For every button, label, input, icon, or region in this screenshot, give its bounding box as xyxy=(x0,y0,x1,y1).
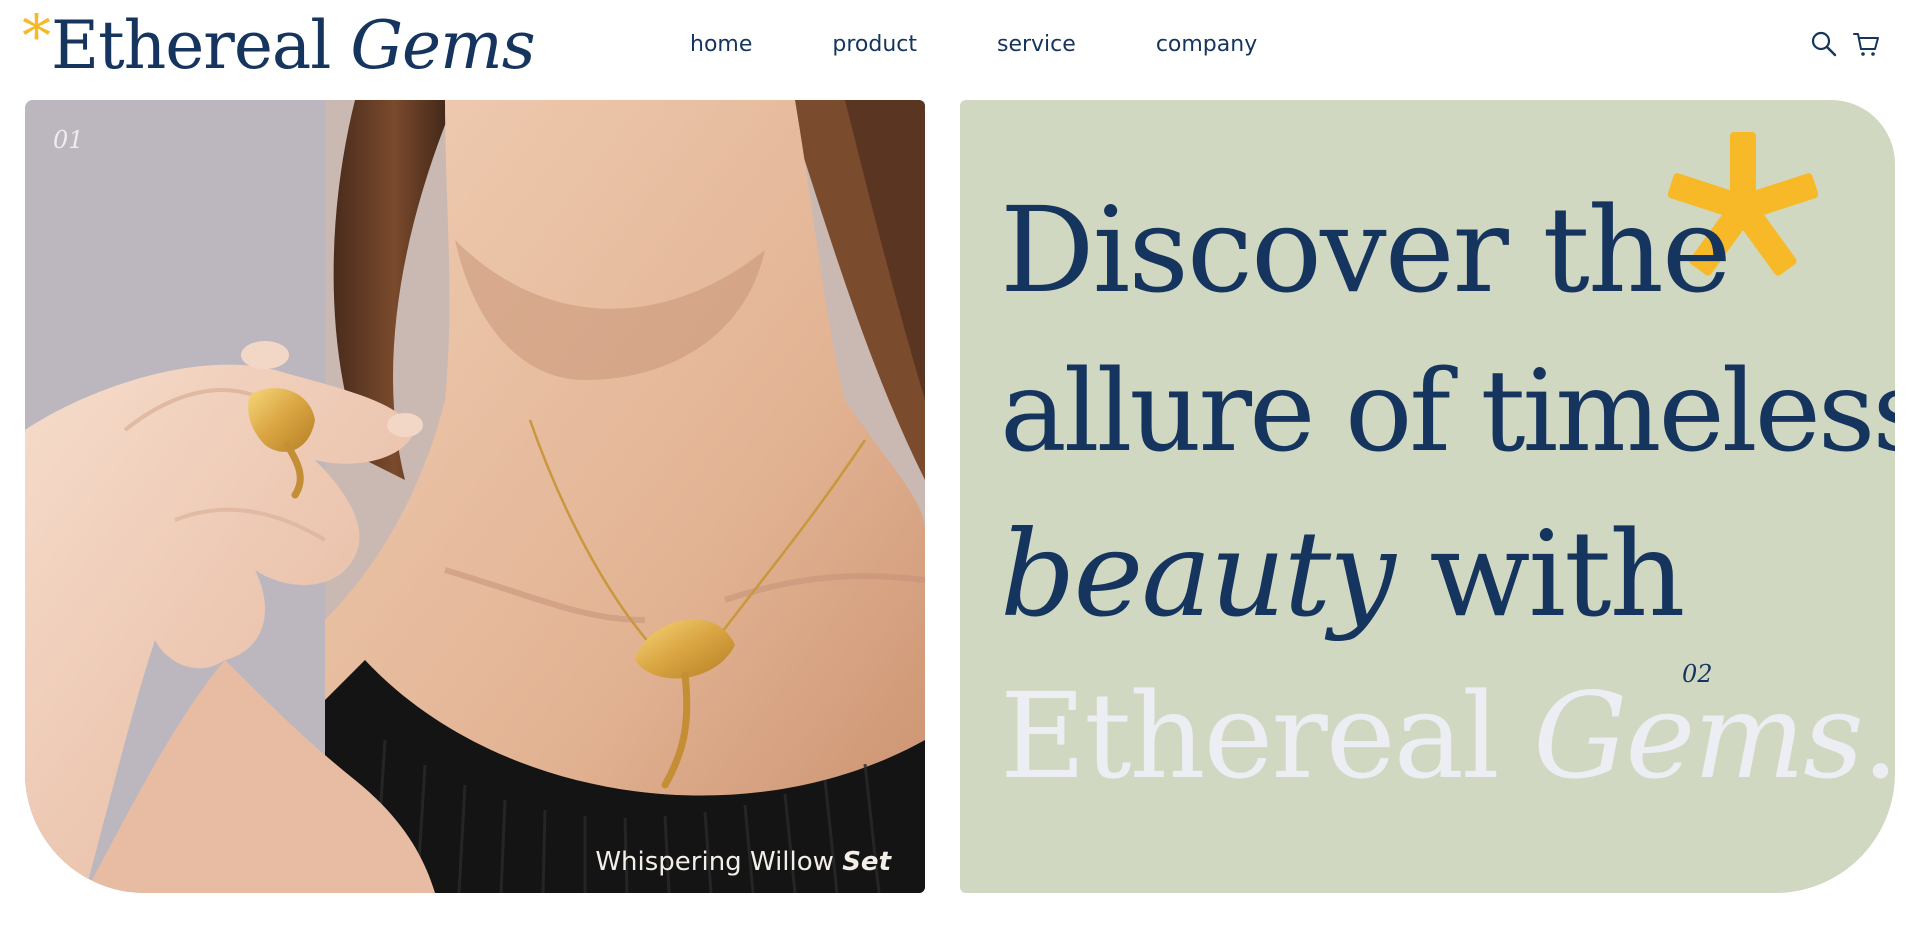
necklace-photo xyxy=(25,100,925,893)
hero-card: Discover the allure of timeless beauty w… xyxy=(960,100,1895,893)
hero-line-4-end: . xyxy=(1861,667,1895,805)
feature-index: 01 xyxy=(53,126,84,154)
hero-line-4: Ethereal Gems. xyxy=(1000,666,1895,806)
logo-name-italic: Gems xyxy=(350,7,535,84)
hero-line-4-regular: Ethereal xyxy=(1000,667,1534,805)
nav-company-link[interactable]: company xyxy=(1156,30,1257,60)
hero-index: 02 xyxy=(1682,660,1713,688)
site-header: *Ethereal Gems home product service comp… xyxy=(0,0,1920,100)
feature-caption-italic: Set xyxy=(842,847,891,877)
brand-logo[interactable]: *Ethereal Gems xyxy=(22,2,536,92)
feature-caption-regular: Whispering Willow xyxy=(595,847,834,877)
nav-home-link[interactable]: home xyxy=(690,30,752,60)
hero-line-3-regular: with xyxy=(1393,505,1685,643)
nav-service-link[interactable]: service xyxy=(997,30,1076,60)
cart-icon[interactable] xyxy=(1852,30,1880,58)
hero-line-2: allure of timeless xyxy=(1000,347,1895,477)
feature-caption[interactable]: Whispering Willow Set xyxy=(595,847,891,877)
search-icon[interactable] xyxy=(1810,30,1838,58)
logo-star-icon: * xyxy=(22,2,51,70)
feature-photo-card[interactable]: 01 Whispering Willow Set xyxy=(25,100,925,893)
header-actions xyxy=(1810,30,1880,58)
hero-line-1: Discover the xyxy=(1000,181,1732,319)
main-nav: home product service company xyxy=(690,30,1257,60)
hero-line-3-italic: beauty xyxy=(1000,505,1396,643)
logo-name-regular: Ethereal xyxy=(51,7,331,84)
hero-line-3: beauty with xyxy=(1000,504,1685,644)
nav-product-link[interactable]: product xyxy=(832,30,917,60)
